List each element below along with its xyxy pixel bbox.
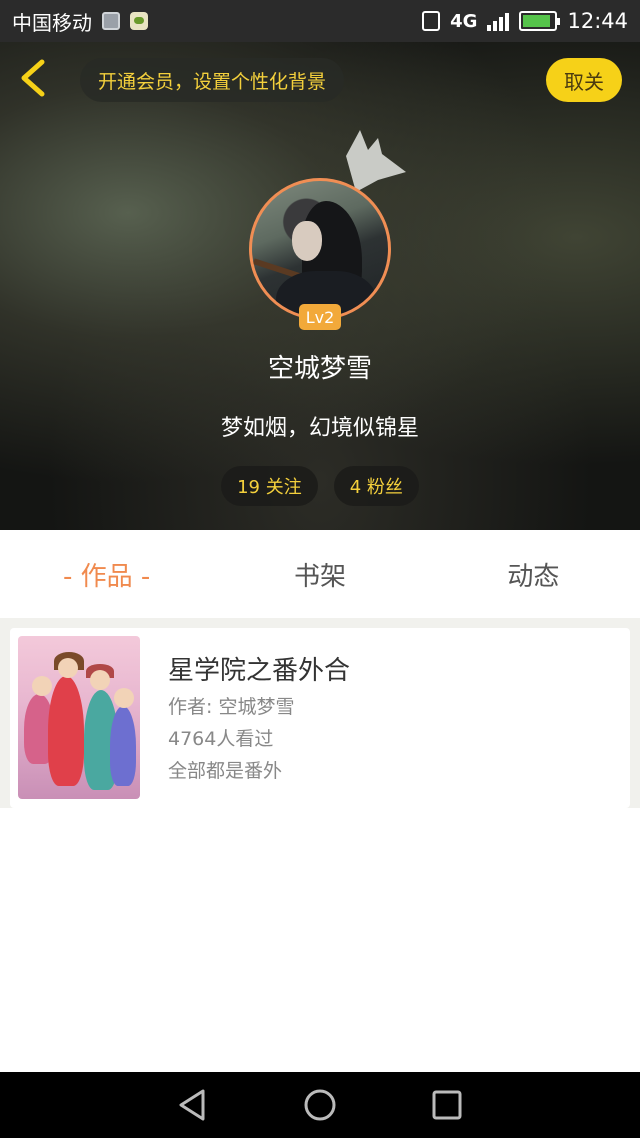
- unfollow-button[interactable]: 取关: [546, 58, 622, 102]
- clock: 12:44: [567, 9, 628, 33]
- home-circle-icon: [304, 1089, 336, 1121]
- signal-icon: [487, 11, 510, 31]
- username: 空城梦雪: [267, 354, 372, 384]
- stats: 19 关注 4 粉丝: [0, 466, 640, 506]
- following-count[interactable]: 19 关注: [221, 466, 318, 506]
- gallery-notification-icon: [102, 12, 120, 30]
- back-button[interactable]: [14, 56, 54, 100]
- works-list: 星学院之番外合 作者: 空城梦雪 4764人看过 全部都是番外: [0, 628, 640, 808]
- level-badge: Lv2: [299, 304, 341, 330]
- nav-back-button[interactable]: [173, 1085, 213, 1125]
- back-triangle-icon: [179, 1089, 205, 1121]
- book-cover[interactable]: [18, 636, 140, 799]
- chevron-left-icon: [21, 59, 45, 97]
- battery-icon: [519, 11, 561, 31]
- work-views: 4764人看过: [168, 728, 274, 750]
- status-bar: 中国移动 4G 12:44: [0, 0, 640, 42]
- bio: 梦如烟，幻境似锦星: [220, 416, 419, 441]
- avatar[interactable]: [249, 178, 391, 320]
- carrier-name: 中国移动: [12, 10, 92, 35]
- vip-banner[interactable]: 开通会员，设置个性化背景: [80, 58, 345, 102]
- recents-square-icon: [432, 1090, 462, 1120]
- status-left: 中国移动: [12, 7, 148, 36]
- system-nav-bar: [0, 1072, 640, 1138]
- profile-header: 开通会员，设置个性化背景 取关 Lv2 空城梦雪 梦如烟，幻境似锦星 19 关注…: [0, 42, 640, 530]
- network-type: 4G: [450, 10, 478, 32]
- divider: [0, 618, 640, 628]
- vibrate-icon: [422, 11, 441, 31]
- tab-bookshelf[interactable]: 书架: [213, 530, 426, 618]
- work-title[interactable]: 星学院之番外合: [168, 650, 350, 687]
- tab-activity[interactable]: 动态: [427, 530, 640, 618]
- nav-recents-button[interactable]: [427, 1085, 467, 1125]
- status-right: 4G 12:44: [422, 9, 628, 33]
- chat-notification-icon: [130, 12, 148, 30]
- followers-count[interactable]: 4 粉丝: [333, 466, 419, 506]
- tab-works[interactable]: - 作品 -: [0, 530, 213, 618]
- work-author: 作者: 空城梦雪: [168, 696, 295, 718]
- work-description: 全部都是番外: [168, 760, 283, 782]
- nav-home-button[interactable]: [300, 1085, 340, 1125]
- profile-tabs: - 作品 - 书架 动态: [0, 530, 640, 618]
- list-item[interactable]: 星学院之番外合 作者: 空城梦雪 4764人看过 全部都是番外: [10, 628, 630, 808]
